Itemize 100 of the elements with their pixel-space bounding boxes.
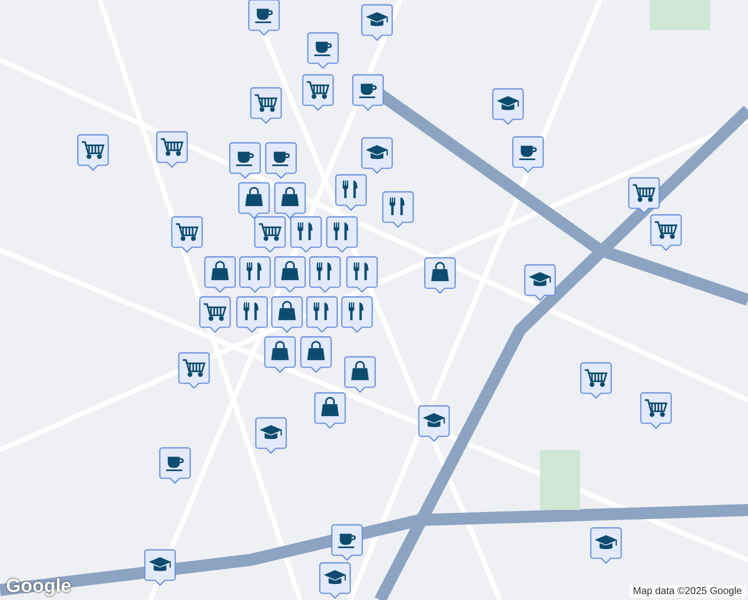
map-pin[interactable] (271, 296, 303, 333)
map-pin[interactable] (204, 256, 236, 293)
coffee-cup-icon (314, 42, 332, 56)
map-pin[interactable] (319, 562, 351, 599)
fork-and-knife-icon (354, 262, 368, 280)
coffee-cup-icon (255, 8, 273, 24)
map-pin[interactable] (424, 257, 456, 294)
fork-and-knife-icon (246, 262, 262, 280)
map-pin[interactable] (382, 191, 414, 228)
map-logo: Google (6, 576, 72, 598)
map-pin[interactable] (344, 356, 376, 393)
map-pin[interactable] (250, 87, 282, 124)
map-pin[interactable] (302, 74, 334, 111)
map-pin[interactable] (300, 336, 332, 373)
shopping-bag-icon (307, 340, 325, 360)
fork-and-knife-icon (298, 222, 312, 240)
map-pin[interactable] (492, 88, 524, 125)
coffee-cup-icon (338, 534, 356, 548)
fork-and-knife-icon (334, 222, 348, 240)
map-pin[interactable] (274, 182, 306, 219)
map-pin[interactable] (255, 417, 287, 454)
shopping-bag-icon (278, 300, 296, 320)
graduation-cap-icon (324, 570, 346, 584)
graduation-cap-icon (148, 557, 172, 572)
coffee-cup-icon (236, 152, 254, 166)
map-pin[interactable] (229, 142, 261, 179)
shopping-cart-icon (584, 369, 608, 387)
coffee-cup-icon (519, 146, 537, 160)
shopping-cart-icon (654, 221, 678, 239)
shopping-bag-icon (431, 262, 449, 282)
shopping-bag-icon (281, 186, 299, 206)
map-pin[interactable] (640, 392, 672, 429)
map-pin[interactable] (361, 137, 393, 174)
map-pin[interactable] (307, 32, 339, 69)
fork-and-knife-icon (244, 302, 258, 320)
shopping-bag-icon (211, 260, 229, 280)
map-pin[interactable] (650, 214, 682, 251)
map-pin[interactable] (314, 392, 346, 429)
shopping-bag-icon (281, 260, 299, 280)
shopping-cart-icon (204, 303, 226, 321)
shopping-cart-icon (82, 141, 104, 159)
fork-and-knife-icon (348, 302, 364, 320)
shopping-cart-icon (254, 94, 278, 112)
graduation-cap-icon (260, 425, 282, 440)
graduation-cap-icon (528, 272, 552, 286)
shopping-bag-icon (271, 340, 289, 360)
map-pin[interactable] (159, 447, 191, 484)
map-pin[interactable] (361, 4, 393, 41)
map-pin[interactable] (254, 216, 286, 253)
shopping-bag-icon (351, 360, 369, 380)
map-pin[interactable] (178, 352, 210, 389)
shopping-cart-icon (176, 223, 198, 241)
map-pin[interactable] (418, 405, 450, 442)
map-pin[interactable] (171, 216, 203, 253)
fork-and-knife-icon (314, 302, 328, 320)
map-pin[interactable] (628, 177, 660, 214)
coffee-cup-icon (166, 456, 184, 472)
map[interactable]: Google Map data ©2025 Google (0, 0, 748, 600)
map-pin[interactable] (156, 131, 188, 168)
map-pin[interactable] (274, 256, 306, 293)
graduation-cap-icon (594, 535, 618, 550)
map-pin[interactable] (341, 296, 373, 333)
map-pin[interactable] (248, 0, 280, 36)
shopping-cart-icon (632, 184, 656, 202)
map-pin[interactable] (238, 182, 270, 219)
coffee-cup-icon (272, 152, 290, 166)
map-pin[interactable] (236, 296, 268, 333)
shopping-bag-icon (321, 396, 339, 416)
map-pin[interactable] (580, 362, 612, 399)
map-pin[interactable] (309, 256, 341, 293)
shopping-cart-icon (160, 138, 184, 156)
map-pin[interactable] (590, 527, 622, 564)
map-pin[interactable] (524, 264, 556, 301)
map-pin[interactable] (77, 134, 109, 171)
coffee-cup-icon (359, 84, 377, 98)
graduation-cap-icon (366, 145, 388, 160)
map-pin[interactable] (346, 256, 378, 293)
map-attribution: Map data ©2025 Google (628, 585, 746, 598)
map-pin[interactable] (290, 216, 322, 253)
map-pin[interactable] (264, 336, 296, 373)
graduation-cap-icon (366, 12, 388, 26)
fork-and-knife-icon (342, 180, 358, 198)
map-pin[interactable] (199, 296, 231, 333)
map-pin[interactable] (352, 74, 384, 111)
map-pin[interactable] (265, 142, 297, 179)
map-pin[interactable] (331, 524, 363, 561)
map-pin[interactable] (239, 256, 271, 293)
fork-and-knife-icon (390, 198, 404, 216)
shopping-bag-icon (245, 186, 263, 206)
shopping-cart-icon (258, 223, 282, 241)
map-pin[interactable] (335, 174, 367, 211)
shopping-cart-icon (644, 399, 668, 417)
map-pin[interactable] (306, 296, 338, 333)
map-pin[interactable] (512, 136, 544, 173)
map-pin[interactable] (144, 549, 176, 586)
fork-and-knife-icon (316, 262, 332, 280)
graduation-cap-icon (496, 96, 520, 110)
shopping-cart-icon (306, 81, 330, 99)
map-pin[interactable] (326, 216, 358, 253)
shopping-cart-icon (182, 359, 206, 377)
